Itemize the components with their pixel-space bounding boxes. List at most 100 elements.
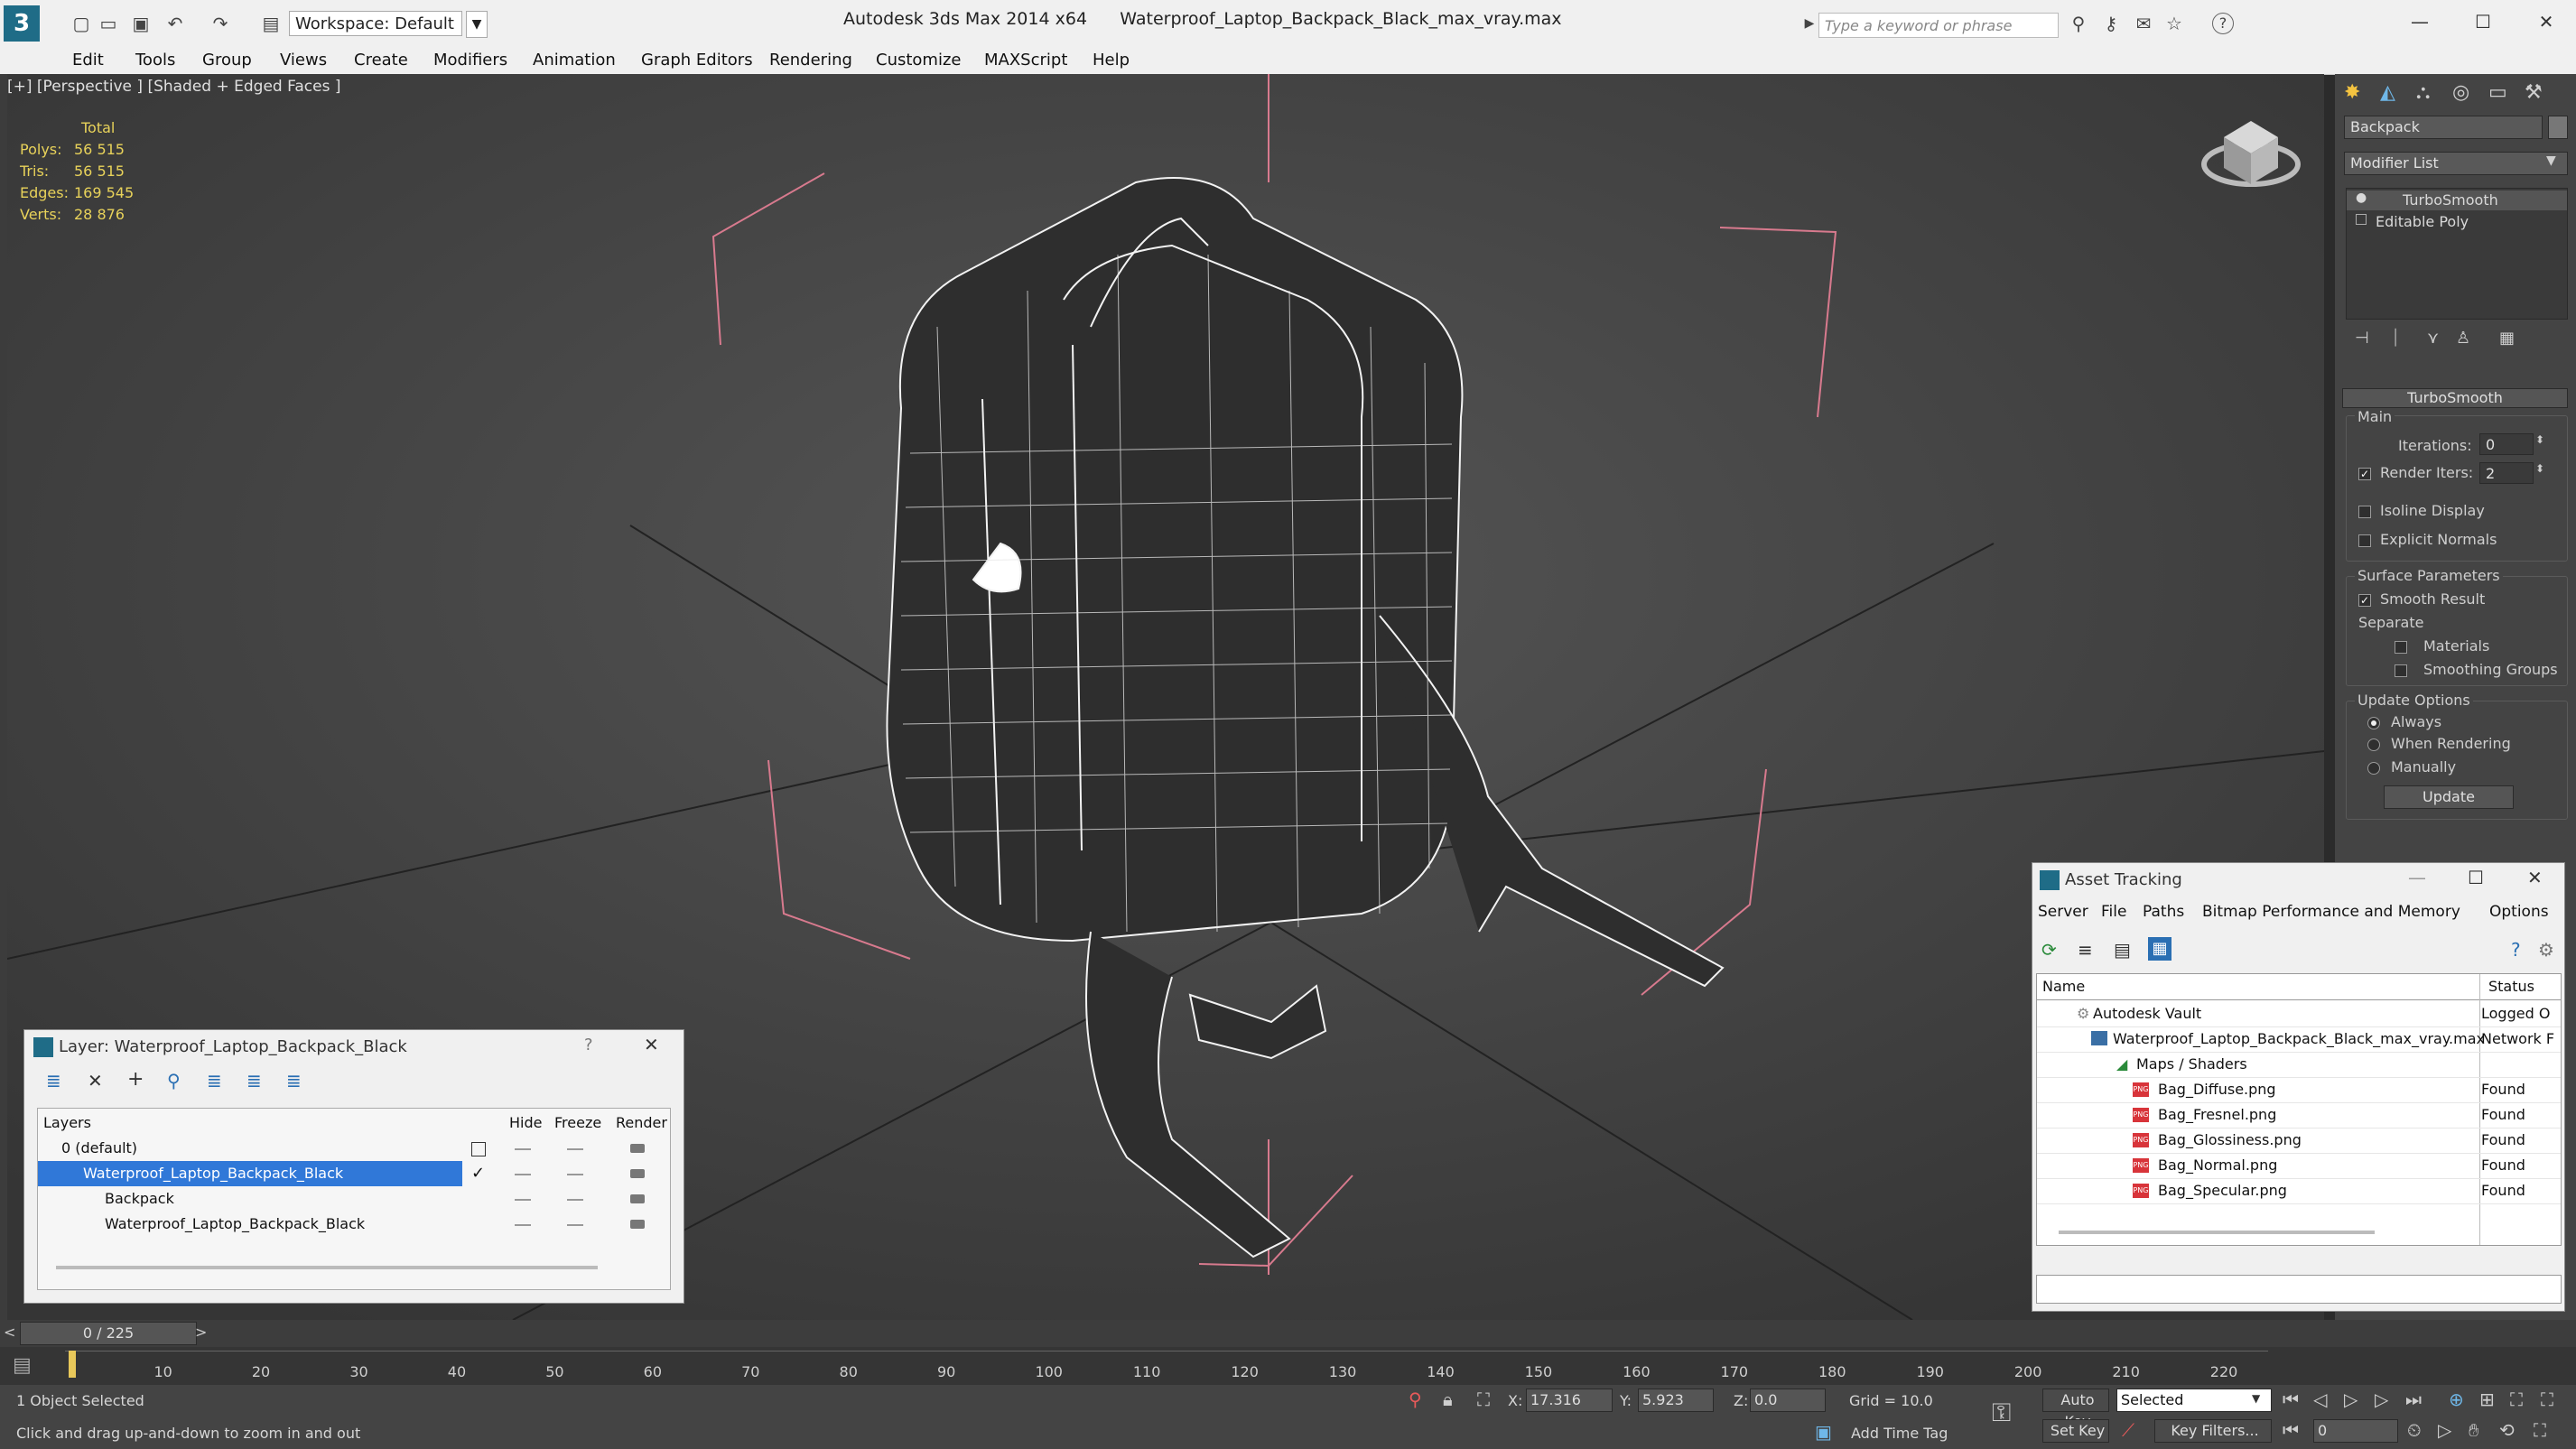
menu-file[interactable]: File (2101, 903, 2126, 921)
next-frame-icon[interactable]: ▷ (2375, 1389, 2388, 1410)
update-button[interactable]: Update (2384, 785, 2514, 809)
add-time-tag-label[interactable]: Add Time Tag (1851, 1425, 1948, 1442)
close-icon[interactable]: ✕ (644, 1034, 659, 1055)
render-teapot-icon[interactable] (630, 1194, 645, 1203)
current-layer-box[interactable] (471, 1142, 486, 1156)
modify-tab-icon[interactable]: ◭ (2380, 81, 2395, 104)
time-slider[interactable]: < 0 / 225 > (0, 1320, 2576, 1347)
hierarchy-tab-icon[interactable]: ⛬ (2416, 81, 2430, 104)
checkmark-icon[interactable]: ✓ (471, 1161, 485, 1186)
menu-tools[interactable]: Tools (135, 51, 175, 70)
key-mode-toggle-icon[interactable]: ⏮ (2283, 1419, 2299, 1441)
orbit-icon[interactable]: ⟲ (2499, 1419, 2515, 1441)
close-icon[interactable]: ✕ (2528, 5, 2564, 38)
layer-row[interactable]: 0 (default) (38, 1136, 670, 1161)
make-unique-icon[interactable]: ⋎ (2427, 329, 2439, 348)
menu-help[interactable]: Help (1093, 51, 1130, 70)
refresh-icon[interactable]: ⟳ (2041, 939, 2057, 961)
menu-modifiers[interactable]: Modifiers (433, 51, 507, 70)
hide-toggle[interactable] (515, 1199, 531, 1201)
add-time-tag-icon[interactable]: ▣ (1815, 1421, 1832, 1443)
freeze-toggle[interactable] (567, 1199, 583, 1201)
selection-lock-icon[interactable]: 🔒︎ (1443, 1389, 1453, 1410)
turbosmooth-rollout-header[interactable]: TurboSmooth (2342, 388, 2568, 408)
table-row[interactable]: PNG Bag_Fresnel.png Found (2037, 1102, 2561, 1129)
table-view-icon[interactable]: ▦ (2148, 937, 2171, 961)
open-file-icon[interactable]: ▭ (98, 13, 119, 34)
favorites-star-icon[interactable]: ☆ (2163, 13, 2185, 34)
track-bar[interactable]: ▤ 10 20 30 40 50 60 70 80 90 100 110 120 130 140 150 16… (0, 1347, 2576, 1385)
freeze-all-layers-icon[interactable]: ≣ (286, 1070, 302, 1091)
undo-icon[interactable]: ↶ (164, 13, 186, 34)
viewport-label[interactable]: [+] [Perspective ] [Shaded + Edged Faces… (7, 78, 340, 96)
motion-tab-icon[interactable]: ◎ (2452, 81, 2469, 104)
new-file-icon[interactable]: ▢ (70, 13, 92, 34)
layer-row[interactable]: Waterproof_Laptop_Backpack_Black (38, 1212, 670, 1237)
play-icon[interactable]: ▷ (2344, 1389, 2357, 1410)
render-teapot-icon[interactable] (630, 1220, 645, 1229)
thumbnail-view-icon[interactable]: ▤ (2114, 939, 2131, 961)
iterations-spinner[interactable]: 0 (2479, 433, 2534, 455)
auto-key-button[interactable]: Auto Key (2042, 1389, 2109, 1430)
display-tab-icon[interactable]: ▭ (2488, 81, 2507, 104)
zoom-all-icon[interactable]: ⊞ (2479, 1389, 2495, 1410)
spinner-arrows-icon[interactable]: ⬍ (2535, 433, 2544, 446)
close-icon[interactable]: ✕ (2527, 867, 2543, 888)
layer-row-selected[interactable]: Waterproof_Laptop_Backpack_Black ✓ (38, 1161, 670, 1186)
render-iters-checkbox[interactable]: ✓ (2358, 468, 2371, 480)
stack-item-editable-poly[interactable]: Editable Poly (2347, 212, 2567, 232)
smoothing-groups-checkbox[interactable] (2395, 664, 2407, 677)
go-to-end-icon[interactable]: ⏭ (2405, 1389, 2422, 1410)
table-row[interactable]: PNG Bag_Normal.png Found (2037, 1153, 2561, 1179)
menu-graph-editors[interactable]: Graph Editors (641, 51, 753, 70)
time-config-icon[interactable]: ⏲ (2407, 1419, 2422, 1441)
minimize-icon[interactable]: — (2402, 5, 2438, 38)
menu-create[interactable]: Create (354, 51, 408, 70)
highlight-layer-icon[interactable]: ≣ (207, 1070, 222, 1091)
menu-server[interactable]: Server (2038, 903, 2088, 921)
table-row[interactable]: PNG Bag_Diffuse.png Found (2037, 1077, 2561, 1103)
chevron-down-icon[interactable]: ▼ (2252, 1392, 2260, 1405)
pan-view-icon[interactable]: ✋︎ (2469, 1419, 2478, 1441)
time-prev-button[interactable]: < (4, 1324, 15, 1341)
key-icon[interactable]: ⚿ (1992, 1398, 2011, 1428)
menu-options[interactable]: Options (2489, 903, 2549, 921)
freeze-toggle[interactable] (567, 1148, 583, 1150)
go-to-start-icon[interactable]: ⏮ (2283, 1389, 2299, 1410)
chevron-down-icon[interactable]: ▼ (466, 11, 488, 38)
when-rendering-radio[interactable] (2367, 738, 2380, 751)
workspace-dropdown[interactable]: Workspace: Default (289, 11, 462, 36)
col-name[interactable]: Name (2042, 974, 2085, 999)
maximize-icon[interactable]: ☐ (2465, 5, 2501, 38)
utilities-tab-icon[interactable]: ⚒ (2525, 81, 2543, 104)
menu-bitmap-performance[interactable]: Bitmap Performance and Memory (2202, 903, 2460, 921)
zoom-icon[interactable]: ⊕ (2449, 1389, 2464, 1410)
zoom-extents-all-icon[interactable]: ⛶ (2541, 1389, 2553, 1410)
create-layer-icon[interactable]: ≣ (46, 1070, 61, 1091)
table-row[interactable]: PNG Bag_Specular.png Found (2037, 1178, 2561, 1204)
smooth-result-checkbox[interactable]: ✓ (2358, 594, 2371, 607)
isoline-display-checkbox[interactable] (2358, 506, 2371, 518)
field-of-view-icon[interactable]: ▷ (2438, 1419, 2451, 1441)
maximize-icon[interactable]: ☐ (2468, 867, 2484, 888)
remove-modifier-icon[interactable]: ♙ (2456, 329, 2470, 348)
set-keys-icon[interactable]: ⟋ (2122, 1419, 2134, 1441)
previous-frame-icon[interactable]: ◁ (2313, 1389, 2327, 1410)
zoom-extents-icon[interactable]: ⛶ (2510, 1389, 2523, 1410)
help-icon[interactable]: ? (2212, 13, 2234, 34)
project-folder-icon[interactable]: ▤ (260, 13, 282, 34)
stack-item-turbosmooth[interactable]: ● TurboSmooth (2347, 190, 2567, 210)
freeze-toggle[interactable] (567, 1174, 583, 1175)
minimize-icon[interactable]: — (2408, 867, 2426, 888)
table-row[interactable]: PNG Bag_Glossiness.png Found (2037, 1128, 2561, 1154)
current-frame-marker[interactable] (69, 1351, 76, 1378)
play-arrow-icon[interactable]: ▶ (1799, 13, 1820, 34)
app-logo-icon[interactable]: 3 (4, 5, 40, 42)
time-next-button[interactable]: > (195, 1324, 207, 1341)
delete-layer-icon[interactable]: ✕ (88, 1070, 103, 1091)
list-view-icon[interactable]: ≡ (2078, 939, 2093, 961)
y-coordinate-field[interactable]: 5.923 (1638, 1389, 1714, 1412)
isolate-selection-icon[interactable]: ⚲ (1409, 1389, 1422, 1410)
maximize-viewport-icon[interactable]: ⛶ (2534, 1419, 2546, 1441)
mini-curve-editor-icon[interactable]: ▤ (13, 1354, 32, 1377)
